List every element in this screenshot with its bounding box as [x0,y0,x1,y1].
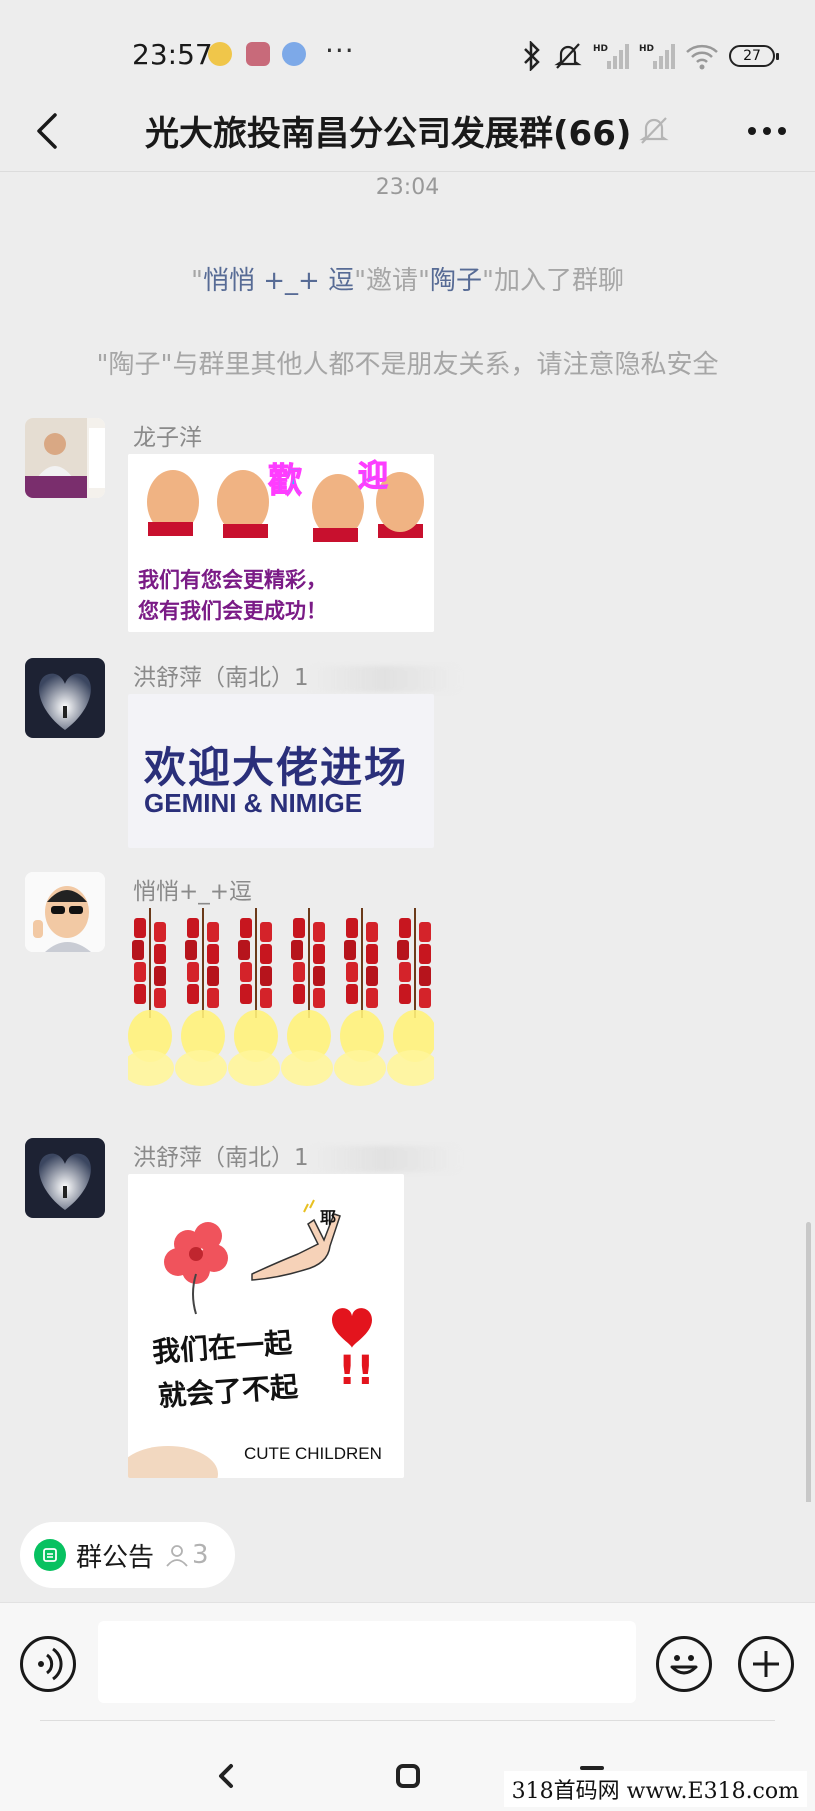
flower-icon [164,1222,228,1315]
sender-name: 龙子洋 [133,425,202,451]
nav-home-icon [396,1764,420,1788]
sender-name: 洪舒萍（南北）1 [133,1138,459,1172]
silent-bell-icon [554,43,582,69]
more-functions-button[interactable] [738,1636,794,1692]
app-icon-3 [282,42,306,66]
emoji-button[interactable] [656,1636,712,1692]
sender-name-text: 洪舒萍（南北）1 [133,665,309,691]
system-message-invite: "悄悄 +_+ 逗"邀请"陶子"加入了群聊 [0,260,815,297]
avatar[interactable] [25,1138,105,1218]
back-button[interactable] [22,106,72,156]
message-item: 洪舒萍（南北）1 !! 耶 我们在一起 就会了不起 CUTE CHILDREN [25,1138,785,1478]
svg-text:迎: 迎 [358,459,388,494]
signal-hd-icon-2: HD [639,44,675,69]
avatar[interactable] [25,418,105,498]
group-announcement-button[interactable]: 群公告 3 [20,1522,235,1588]
sticker-message[interactable]: !! 耶 我们在一起 就会了不起 CUTE CHILDREN [128,1174,404,1478]
back-arrow-icon [37,113,57,149]
status-bar: 23:57 ··· HD HD 27 [0,0,815,100]
svg-text:HD: HD [639,44,654,54]
sticker-text: 欢迎大佬进场 [144,743,409,792]
voice-button[interactable] [20,1636,76,1692]
sysmsg-text: "加入了群聊 [482,266,624,296]
heart-icon [332,1308,372,1348]
sticker-text: 我们有您会更精彩， [138,567,327,592]
input-bar [0,1602,815,1720]
sticker-message[interactable]: 欢迎大佬进场 GEMINI & NIMIGE [128,694,434,848]
more-button[interactable] [739,106,795,156]
message-input[interactable] [98,1621,636,1703]
battery-indicator: 27 [729,45,779,67]
avatar[interactable] [25,872,105,952]
chat-history[interactable]: 23:04 "悄悄 +_+ 逗"邀请"陶子"加入了群聊 "陶子"与群里其他人都不… [0,172,815,1502]
emoji-icon [670,1655,698,1675]
sysmsg-text: " [191,266,203,296]
sticker-message[interactable] [128,908,434,1088]
message-timestamp: 23:04 [375,175,440,200]
person-icon [166,1545,188,1567]
redacted-name [308,665,459,692]
svg-text:HD: HD [593,44,608,54]
announcement-read-count: 3 [164,1540,209,1570]
app-icon-1 [208,42,232,66]
nav-back-icon [219,1764,233,1788]
chat-header: 光大旅投南昌分公司发展群(66) [0,92,815,172]
svg-text:!!: !! [338,1348,374,1394]
sender-name-text: 洪舒萍（南北）1 [133,1145,309,1171]
plus-icon [753,1651,779,1677]
sticker-caption: CUTE CHILDREN [244,1444,382,1463]
mute-bell-icon [639,117,669,144]
page-title: 光大旅投南昌分公司发展群(66) [145,114,632,154]
sender-name: 悄悄+_+逗 [133,879,253,905]
sysmsg-text: "邀请" [354,266,430,296]
scrollbar[interactable] [806,1222,811,1502]
app-icon-2 [246,42,270,66]
invite-to-name[interactable]: 陶子 [430,266,482,296]
battery-level: 27 [743,48,761,64]
avatar[interactable] [25,658,105,738]
count-value: 3 [192,1540,209,1570]
nav-home-button[interactable] [388,1758,428,1794]
voice-icon [38,1647,63,1681]
announcement-label: 群公告 [76,1542,155,1573]
wifi-icon [686,44,718,70]
redacted-name [308,1145,459,1172]
message-item: 悄悄+_+逗 [25,872,785,1092]
status-more: ··· [325,34,355,67]
bluetooth-icon [524,41,540,71]
sticker-subtext: GEMINI & NIMIGE [144,788,363,818]
system-message-privacy: "陶子"与群里其他人都不是朋友关系，请注意隐私安全 [96,350,719,380]
sticker-message[interactable]: 歡 迎 我们有您会更精彩， 您有我们会更成功！ [128,454,434,632]
sticker-text: 您有我们会更成功！ [138,598,327,623]
site-watermark: 318首码网 www.E318.com [503,1771,807,1807]
more-dots-icon [748,127,786,135]
signal-hd-icon: HD [593,44,629,69]
sender-name: 洪舒萍（南北）1 [133,658,459,692]
sticker-text-ye: 耶 [320,1208,337,1227]
nav-back-button[interactable] [206,1758,246,1794]
invite-from-name[interactable]: 悄悄 +_+ 逗 [203,266,354,296]
firecracker-sticker [128,908,434,1088]
message-item: 洪舒萍（南北）1 欢迎大佬进场 GEMINI & NIMIGE [25,658,785,848]
status-time: 23:57 [132,38,213,71]
message-item: 龙子洋 歡 迎 我们有您会更精彩， 您有我们会更成功！ [25,418,785,632]
announcement-icon [34,1539,66,1571]
svg-text:歡: 歡 [268,461,302,501]
